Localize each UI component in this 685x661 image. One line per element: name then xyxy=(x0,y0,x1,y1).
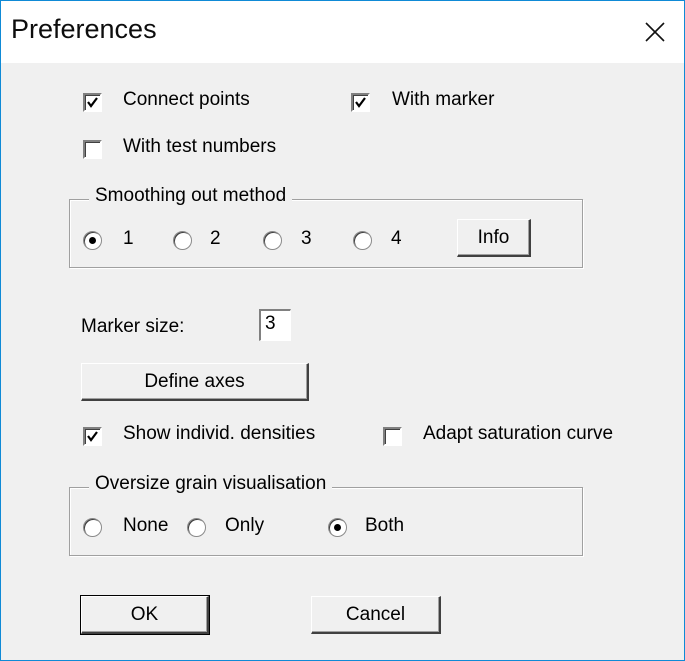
with-test-numbers-label[interactable]: With test numbers xyxy=(123,136,276,158)
ok-button[interactable]: OK xyxy=(80,595,210,635)
smoothing-radio-2[interactable] xyxy=(173,231,192,250)
smoothing-group-title: Smoothing out method xyxy=(89,185,293,207)
marker-size-input[interactable]: 3 xyxy=(259,309,291,341)
smoothing-radio-1-label[interactable]: 1 xyxy=(123,228,134,250)
with-test-numbers-checkbox[interactable] xyxy=(83,140,102,159)
oversize-radio-only[interactable] xyxy=(187,518,206,537)
connect-points-label[interactable]: Connect points xyxy=(123,89,250,111)
adapt-saturation-curve-label[interactable]: Adapt saturation curve xyxy=(423,423,613,445)
oversize-radio-both-label[interactable]: Both xyxy=(365,515,404,537)
info-button[interactable]: Info xyxy=(457,219,531,257)
oversize-radio-none-label[interactable]: None xyxy=(123,515,168,537)
smoothing-radio-4[interactable] xyxy=(353,231,372,250)
checkmark-icon xyxy=(355,97,366,108)
connect-points-checkbox[interactable] xyxy=(83,93,102,112)
smoothing-radio-1[interactable] xyxy=(83,231,102,250)
with-marker-checkbox[interactable] xyxy=(351,93,370,112)
oversize-radio-only-label[interactable]: Only xyxy=(225,515,264,537)
dialog-content: Connect points With marker With test num… xyxy=(1,63,684,660)
cancel-button[interactable]: Cancel xyxy=(311,596,441,634)
smoothing-radio-2-label[interactable]: 2 xyxy=(210,228,221,250)
smoothing-radio-4-label[interactable]: 4 xyxy=(391,228,402,250)
checkmark-icon xyxy=(87,97,98,108)
show-individ-densities-label[interactable]: Show individ. densities xyxy=(123,423,315,445)
window-title: Preferences xyxy=(11,14,157,44)
smoothing-radio-3-label[interactable]: 3 xyxy=(301,228,312,250)
marker-size-label: Marker size: xyxy=(81,316,185,337)
define-axes-button[interactable]: Define axes xyxy=(81,363,309,401)
oversize-radio-both[interactable] xyxy=(328,518,347,537)
close-icon xyxy=(645,22,665,42)
with-marker-label[interactable]: With marker xyxy=(392,89,494,111)
smoothing-radio-3[interactable] xyxy=(263,231,282,250)
adapt-saturation-curve-checkbox[interactable] xyxy=(383,427,402,446)
close-button[interactable] xyxy=(626,1,684,63)
preferences-dialog: Preferences Connect points With marker W… xyxy=(0,0,685,661)
checkmark-icon xyxy=(87,431,98,442)
oversize-group-title: Oversize grain visualisation xyxy=(89,473,333,495)
oversize-radio-none[interactable] xyxy=(83,518,102,537)
title-bar: Preferences xyxy=(1,1,684,63)
show-individ-densities-checkbox[interactable] xyxy=(83,427,102,446)
